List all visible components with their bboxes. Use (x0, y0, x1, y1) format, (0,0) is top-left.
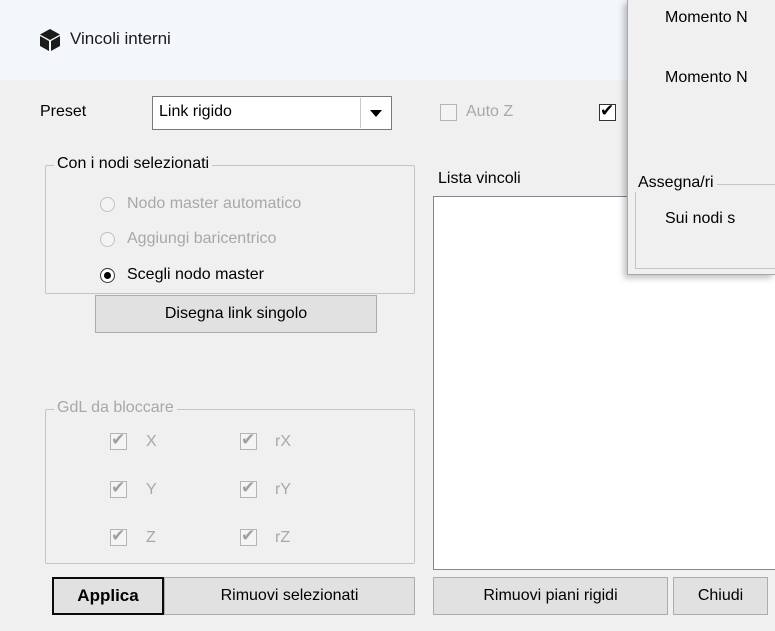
apply-button[interactable]: Applica (52, 577, 164, 615)
radio-choose-master-label: Scegli nodo master (127, 266, 264, 283)
dof-y-checkbox[interactable]: ✔ (110, 478, 127, 498)
auto-z-checkbox[interactable] (440, 104, 457, 121)
check-icon: ✔ (241, 478, 256, 497)
radio-barycenter[interactable] (100, 232, 115, 247)
radio-barycenter-label: Aggiungi baricentrico (127, 230, 277, 247)
remove-selected-button[interactable]: Rimuovi selezionati (164, 577, 415, 615)
check-icon: ✔ (111, 430, 126, 449)
overlay-row1-label: Momento N (665, 9, 748, 26)
dof-rx-checkbox[interactable]: ✔ (240, 430, 257, 450)
extra-checkbox[interactable]: ✔ (599, 101, 616, 121)
preset-label: Preset (40, 103, 87, 120)
preset-select[interactable]: Link rigido (152, 96, 392, 130)
check-icon: ✔ (241, 430, 256, 449)
overlay-row2-label: Momento N (665, 69, 748, 86)
dof-rz-label: rZ (275, 529, 291, 546)
radio-auto-master-label: Nodo master automatico (127, 195, 302, 212)
dof-group-title: GdL da bloccare (54, 399, 177, 417)
check-icon: ✔ (241, 526, 256, 545)
dof-ry-label: rY (275, 481, 291, 498)
draw-single-link-button[interactable]: Disegna link singolo (95, 295, 377, 333)
preset-value: Link rigido (159, 103, 232, 120)
dof-rz-checkbox[interactable]: ✔ (240, 526, 257, 546)
remove-rigid-planes-button[interactable]: Rimuovi piani rigidi (433, 577, 668, 615)
check-icon: ✔ (600, 101, 615, 120)
check-icon: ✔ (111, 478, 126, 497)
check-icon: ✔ (111, 526, 126, 545)
chevron-down-icon (370, 110, 382, 117)
window-title: Vincoli interni (70, 29, 171, 48)
nodes-group-title: Con i nodi selezionati (54, 155, 213, 173)
constraints-list-label: Lista vincoli (438, 170, 521, 187)
dof-ry-checkbox[interactable]: ✔ (240, 478, 257, 498)
dof-x-label: X (146, 433, 157, 450)
dof-group: GdL da bloccare (45, 399, 415, 564)
preset-dropdown-button[interactable] (360, 98, 390, 128)
radio-auto-master[interactable] (100, 197, 115, 212)
dof-y-label: Y (146, 481, 157, 498)
overlay-group-title: Assegna/ri (635, 174, 717, 192)
dof-rx-label: rX (275, 433, 291, 450)
dof-z-label: Z (146, 529, 156, 546)
cube-icon (40, 29, 60, 51)
close-button[interactable]: Chiudi (673, 577, 768, 615)
dof-z-checkbox[interactable]: ✔ (110, 526, 127, 546)
dof-x-checkbox[interactable]: ✔ (110, 430, 127, 450)
overlay-group-text: Sui nodi s (665, 210, 736, 227)
auto-z-label: Auto Z (466, 103, 514, 120)
overlay-panel: Momento N Momento N Assegna/ri Sui nodi … (627, 0, 775, 275)
radio-choose-master[interactable] (100, 268, 115, 283)
